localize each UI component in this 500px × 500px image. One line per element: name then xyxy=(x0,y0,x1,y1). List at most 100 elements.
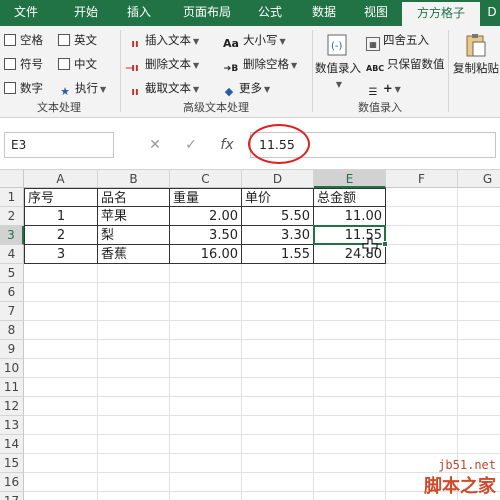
cell-f5[interactable] xyxy=(386,264,458,283)
cell-c13[interactable] xyxy=(170,416,242,435)
row-header-8[interactable]: 8 xyxy=(0,321,24,340)
checkbox-symbol[interactable]: 符号 xyxy=(4,54,43,74)
cell-e11[interactable] xyxy=(314,378,386,397)
row-header-3[interactable]: 3 xyxy=(0,226,24,245)
cell-d3[interactable]: 3.30 xyxy=(242,226,314,245)
cell-f2[interactable] xyxy=(386,207,458,226)
cell-c8[interactable] xyxy=(170,321,242,340)
cell-e14[interactable] xyxy=(314,435,386,454)
column-header-b[interactable]: B xyxy=(98,170,170,188)
cell-a9[interactable] xyxy=(24,340,98,359)
copy-paste-button[interactable]: 复制粘贴 xyxy=(452,30,500,98)
cell-b9[interactable] xyxy=(98,340,170,359)
more-button[interactable]: ◆ 更多 ▼ xyxy=(222,78,270,98)
cell-d5[interactable] xyxy=(242,264,314,283)
value-entry-button[interactable]: (-) 数值录入 ▼ xyxy=(314,30,362,98)
tab-home[interactable]: 开始 xyxy=(60,0,112,26)
cell-g10[interactable] xyxy=(458,359,500,378)
cell-c17[interactable] xyxy=(170,492,242,500)
cell-e1[interactable]: 总金额 xyxy=(314,188,386,207)
cell-b12[interactable] xyxy=(98,397,170,416)
cell-g9[interactable] xyxy=(458,340,500,359)
row-header-11[interactable]: 11 xyxy=(0,378,24,397)
cell-e10[interactable] xyxy=(314,359,386,378)
cell-f13[interactable] xyxy=(386,416,458,435)
cell-d7[interactable] xyxy=(242,302,314,321)
delete-text-button[interactable]: ı̶ı 删除文本 ▼ xyxy=(128,54,199,74)
cell-c10[interactable] xyxy=(170,359,242,378)
cell-a2[interactable]: 1 xyxy=(24,207,98,226)
cell-a15[interactable] xyxy=(24,454,98,473)
cell-a17[interactable] xyxy=(24,492,98,500)
row-header-7[interactable]: 7 xyxy=(0,302,24,321)
cell-e5[interactable] xyxy=(314,264,386,283)
cell-a3[interactable]: 2 xyxy=(24,226,98,245)
cell-b10[interactable] xyxy=(98,359,170,378)
cell-d1[interactable]: 单价 xyxy=(242,188,314,207)
cell-d8[interactable] xyxy=(242,321,314,340)
row-header-6[interactable]: 6 xyxy=(0,283,24,302)
cell-b13[interactable] xyxy=(98,416,170,435)
case-button[interactable]: Aa 大小写 ▼ xyxy=(222,30,286,50)
cell-g5[interactable] xyxy=(458,264,500,283)
cell-a14[interactable] xyxy=(24,435,98,454)
row-header-16[interactable]: 16 xyxy=(0,473,24,492)
cell-a5[interactable] xyxy=(24,264,98,283)
cell-d11[interactable] xyxy=(242,378,314,397)
insert-text-button[interactable]: ıı 插入文本 ▼ xyxy=(128,30,199,50)
column-header-c[interactable]: C xyxy=(170,170,242,188)
cell-f6[interactable] xyxy=(386,283,458,302)
cell-a8[interactable] xyxy=(24,321,98,340)
cell-d6[interactable] xyxy=(242,283,314,302)
cell-d2[interactable]: 5.50 xyxy=(242,207,314,226)
extract-text-button[interactable]: ıı 截取文本 ▼ xyxy=(128,78,199,98)
cell-a12[interactable] xyxy=(24,397,98,416)
cell-b16[interactable] xyxy=(98,473,170,492)
cell-c3[interactable]: 3.50 xyxy=(170,226,242,245)
cell-g11[interactable] xyxy=(458,378,500,397)
cell-f14[interactable] xyxy=(386,435,458,454)
cell-g12[interactable] xyxy=(458,397,500,416)
select-all-corner[interactable] xyxy=(0,170,24,188)
cell-e9[interactable] xyxy=(314,340,386,359)
cell-b6[interactable] xyxy=(98,283,170,302)
column-header-a[interactable]: A xyxy=(24,170,98,188)
cell-e2[interactable]: 11.00 xyxy=(314,207,386,226)
cell-d13[interactable] xyxy=(242,416,314,435)
row-header-17[interactable]: 17 xyxy=(0,492,24,500)
column-header-g[interactable]: G xyxy=(458,170,500,188)
cell-b5[interactable] xyxy=(98,264,170,283)
cell-b3[interactable]: 梨 xyxy=(98,226,170,245)
tab-overflow[interactable]: D xyxy=(484,0,500,26)
cell-f4[interactable] xyxy=(386,245,458,264)
fill-handle[interactable] xyxy=(382,241,388,247)
plus-button[interactable]: ☰ + ▼ xyxy=(366,78,401,98)
cell-e17[interactable] xyxy=(314,492,386,500)
checkbox-english[interactable]: 英文 xyxy=(58,30,97,50)
tab-data[interactable]: 数据 xyxy=(302,0,346,26)
cell-d12[interactable] xyxy=(242,397,314,416)
tab-fangfang[interactable]: 方方格子 xyxy=(402,0,480,26)
tab-view[interactable]: 视图 xyxy=(354,0,398,26)
cell-c6[interactable] xyxy=(170,283,242,302)
cell-a4[interactable]: 3 xyxy=(24,245,98,264)
cell-a10[interactable] xyxy=(24,359,98,378)
cell-c2[interactable]: 2.00 xyxy=(170,207,242,226)
row-header-5[interactable]: 5 xyxy=(0,264,24,283)
row-header-15[interactable]: 15 xyxy=(0,454,24,473)
column-header-d[interactable]: D xyxy=(242,170,314,188)
cell-d10[interactable] xyxy=(242,359,314,378)
checkbox-chinese[interactable]: 中文 xyxy=(58,54,97,74)
column-header-e[interactable]: E xyxy=(314,170,386,188)
confirm-icon[interactable]: ✓ xyxy=(176,132,206,158)
row-header-2[interactable]: 2 xyxy=(0,207,24,226)
cell-f3[interactable] xyxy=(386,226,458,245)
cell-b14[interactable] xyxy=(98,435,170,454)
cell-e8[interactable] xyxy=(314,321,386,340)
cell-g1[interactable] xyxy=(458,188,500,207)
cell-g13[interactable] xyxy=(458,416,500,435)
cell-a11[interactable] xyxy=(24,378,98,397)
cancel-icon[interactable]: ✕ xyxy=(140,132,170,158)
cell-d17[interactable] xyxy=(242,492,314,500)
keep-value-button[interactable]: ABC 只保留数值 xyxy=(366,54,445,74)
